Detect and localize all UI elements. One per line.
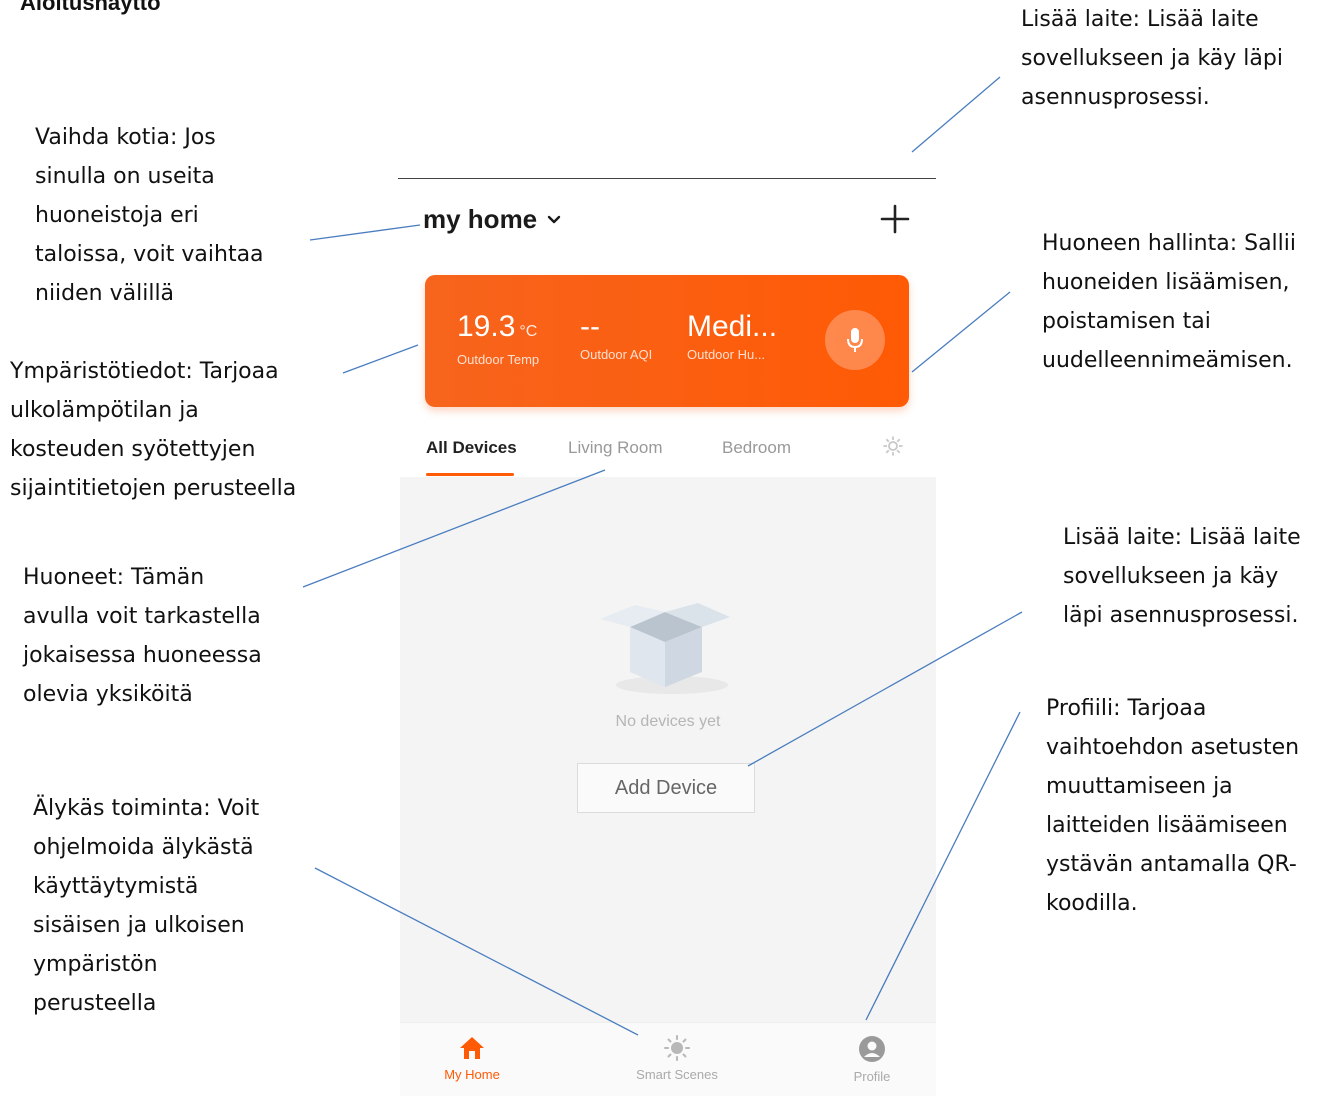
home-name: my home [423, 204, 538, 234]
home-selector[interactable]: my home [423, 204, 561, 235]
aqi-label: Outdoor AQI [580, 347, 653, 362]
home-icon [460, 1037, 484, 1059]
temp-value: 19.3 [457, 310, 516, 343]
sun-icon [664, 1035, 690, 1061]
room-tabs: All Devices Living Room Bedroom [400, 430, 936, 476]
nav-profile[interactable]: Profile [802, 1035, 942, 1084]
nav-label-smart-scenes: Smart Scenes [636, 1067, 718, 1082]
environment-card[interactable]: 19.3 °C Outdoor Temp -- Outdoor AQI Medi.… [425, 275, 909, 407]
bottom-nav: My Home Smart Scenes Profile [400, 1022, 936, 1096]
outdoor-temp: 19.3 °C Outdoor Temp [457, 309, 539, 367]
humidity-label: Outdoor Hu... [687, 347, 766, 362]
empty-box-icon [600, 603, 730, 694]
nav-label-profile: Profile [853, 1069, 891, 1084]
plus-icon[interactable] [878, 202, 912, 236]
temp-label: Outdoor Temp [457, 352, 540, 367]
active-tab-indicator [426, 473, 514, 476]
annotation-room-management: Huoneen hallinta: Sallii huoneiden lisää… [1042, 231, 1297, 373]
outdoor-aqi: -- Outdoor AQI [580, 309, 652, 362]
humidity-value: Medi... [687, 310, 778, 343]
nav-smart-scenes[interactable]: Smart Scenes [607, 1035, 747, 1082]
voice-button[interactable] [825, 310, 885, 370]
device-list-area: No devices yet Add Device [400, 477, 936, 1022]
annotation-rooms: Huoneet: Tämän avulla voit tarkastella j… [23, 565, 262, 707]
leader-add-device-top [911, 76, 1001, 153]
microphone-icon [847, 328, 863, 352]
tab-living-room[interactable]: Living Room [568, 438, 663, 458]
nav-label-my-home: My Home [444, 1067, 500, 1082]
tab-all-devices[interactable]: All Devices [426, 438, 517, 458]
annotation-environment: Ympäristötiedot: Tarjoaa ulkolämpötilan … [10, 359, 297, 501]
outdoor-humidity: Medi... Outdoor Hu... [687, 309, 777, 362]
gear-icon[interactable] [882, 435, 904, 457]
empty-state-message: No devices yet [615, 713, 721, 730]
header-divider [398, 178, 936, 179]
annotation-switch-home: Vaihda kotia: Jos sinulla on useita huon… [35, 125, 264, 306]
annotation-smart-action: Älykäs toiminta: Voit ohjelmoida älykäst… [33, 796, 260, 1016]
annotation-add-device-top: Lisää laite: Lisää laite sovellukseen ja… [1021, 7, 1283, 110]
nav-my-home[interactable]: My Home [402, 1035, 542, 1082]
annotation-add-device-mid: Lisää laite: Lisää laite sovellukseen ja… [1063, 525, 1301, 628]
page-title: Aloitusnäyttö [20, 0, 161, 15]
tab-bedroom[interactable]: Bedroom [722, 438, 791, 458]
temp-unit: °C [519, 323, 538, 340]
chevron-down-icon [547, 215, 561, 223]
app-screen: my home 19.3 °C Outdoor Temp -- Outdoor A… [400, 180, 936, 1096]
add-device-button[interactable]: Add Device [577, 763, 755, 813]
annotation-profile: Profiili: Tarjoaa vaihtoehdon asetusten … [1046, 696, 1300, 916]
profile-icon [859, 1036, 885, 1062]
aqi-value: -- [580, 310, 600, 343]
